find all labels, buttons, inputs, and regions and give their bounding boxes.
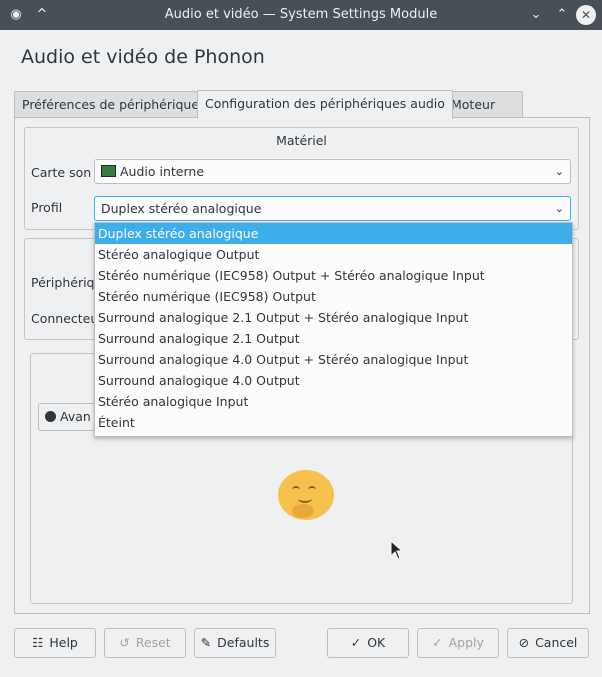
- list-item[interactable]: Surround analogique 2.1 Output: [95, 328, 572, 349]
- apply-button-label: Apply: [448, 635, 484, 650]
- window-title: Audio et vidéo — System Settings Module: [164, 7, 438, 22]
- checkmark-icon: ✓: [432, 635, 443, 650]
- circle-icon: [45, 411, 56, 422]
- list-item[interactable]: Surround analogique 4.0 Output + Stéréo …: [95, 349, 572, 370]
- list-item[interactable]: Surround analogique 2.1 Output + Stéréo …: [95, 307, 572, 328]
- list-item[interactable]: Stéréo numérique (IEC958) Output: [95, 286, 572, 307]
- tab-device-preferences[interactable]: Préférences de périphérique: [14, 91, 208, 118]
- list-item[interactable]: Éteint: [95, 412, 572, 433]
- help-button[interactable]: ☷ Help: [14, 628, 96, 658]
- chevron-down-icon: ⌄: [554, 165, 564, 178]
- profile-dropdown-list: Duplex stéréo analogique Stéréo analogiq…: [94, 222, 573, 437]
- sound-card-icon: [101, 165, 116, 177]
- cancel-button-label: Cancel: [535, 635, 578, 650]
- profile-label: Profil: [31, 200, 63, 215]
- sound-card-value: Audio interne: [120, 164, 205, 179]
- help-button-label: Help: [49, 635, 78, 650]
- minimize-icon[interactable]: ⌄: [526, 5, 546, 25]
- list-item[interactable]: Stéréo numérique (IEC958) Output + Stéré…: [95, 265, 572, 286]
- ok-button[interactable]: ✓ OK: [327, 628, 409, 658]
- ok-button-label: OK: [367, 635, 386, 650]
- profile-select[interactable]: Duplex stéréo analogique ⌄: [94, 196, 571, 221]
- chevron-down-icon: ⌄: [554, 202, 564, 215]
- defaults-button-label: Defaults: [217, 635, 270, 650]
- advanced-button[interactable]: Avan: [38, 403, 98, 431]
- connector-label: Connecteu: [31, 311, 99, 326]
- sound-card-label: Carte son: [31, 165, 92, 180]
- tab-backend[interactable]: Moteur: [443, 91, 523, 118]
- close-icon[interactable]: ✕: [576, 5, 596, 25]
- cancel-button[interactable]: ⊘ Cancel: [507, 628, 589, 658]
- mouse-cursor-icon: [390, 540, 404, 560]
- page-title: Audio et vidéo de Phonon: [21, 46, 265, 68]
- sound-card-select[interactable]: Audio interne ⌄: [94, 159, 571, 184]
- title-bar: ◉ ^ Audio et vidéo — System Settings Mod…: [0, 0, 602, 30]
- list-item[interactable]: Duplex stéréo analogique: [95, 223, 572, 244]
- list-item[interactable]: Stéréo analogique Output: [95, 244, 572, 265]
- list-item[interactable]: Stéréo analogique Input: [95, 391, 572, 412]
- maximize-icon[interactable]: ⌃: [552, 5, 572, 25]
- device-label: Périphériqu: [31, 275, 103, 290]
- apply-button[interactable]: ✓ Apply: [417, 628, 499, 658]
- reset-button-label: Reset: [135, 635, 171, 650]
- reset-button[interactable]: ↺ Reset: [104, 628, 186, 658]
- reset-icon: ↺: [119, 635, 130, 650]
- advanced-button-label: Avan: [60, 409, 91, 424]
- profile-value: Duplex stéréo analogique: [101, 201, 262, 216]
- cancel-icon: ⊘: [518, 635, 530, 650]
- help-icon: ☷: [32, 635, 44, 650]
- hardware-group-title: Matériel: [276, 133, 327, 148]
- defaults-button[interactable]: ✎ Defaults: [194, 628, 276, 658]
- smiling-face-icon: [278, 470, 334, 520]
- tab-audio-hardware-setup[interactable]: Configuration des périphériques audio: [197, 90, 453, 119]
- list-item[interactable]: Surround analogique 4.0 Output: [95, 370, 572, 391]
- defaults-icon: ✎: [200, 635, 212, 650]
- checkmark-icon: ✓: [350, 635, 362, 650]
